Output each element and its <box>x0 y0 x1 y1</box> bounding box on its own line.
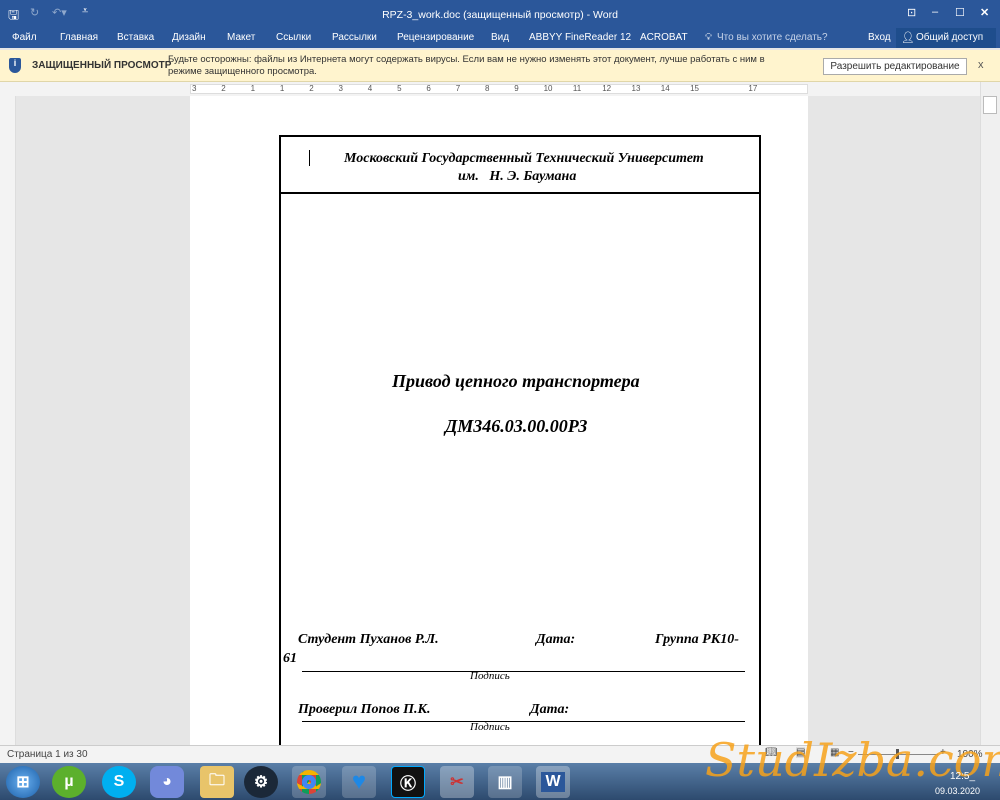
signature-line-2 <box>302 721 745 722</box>
lightbulb-icon: 💡︎ <box>705 32 712 43</box>
signature-label-2: Подпись <box>470 721 510 733</box>
document-code: ДМ346.03.00.00РЗ <box>445 416 588 436</box>
utorrent-icon[interactable]: µ <box>52 766 86 798</box>
ruler-tick: 5 <box>397 84 402 93</box>
discord-icon[interactable]: ◕ <box>150 766 184 798</box>
vertical-scrollbar[interactable] <box>980 82 1000 746</box>
title-bar: 🖫 ↻ ↶▾ ⩡ RPZ-3_work.doc (защищенный прос… <box>0 0 1000 28</box>
start-button[interactable]: ⊞ <box>6 766 40 798</box>
ruler-tick: 14 <box>660 84 670 93</box>
window-title: RPZ-3_work.doc (защищенный просмотр) - W… <box>382 9 618 21</box>
winrar-icon[interactable]: ▥ <box>488 766 522 798</box>
ruler-tick: 13 <box>631 84 641 93</box>
ruler-tick: 10 <box>543 84 553 93</box>
close-bar-button[interactable]: x <box>978 59 984 71</box>
snipping-tool-icon[interactable]: ✂ <box>440 766 474 798</box>
person-icon: 👤︎ <box>901 32 915 44</box>
group-label-2: 61 <box>283 651 297 666</box>
heart-app-icon[interactable]: ♥ <box>342 766 376 798</box>
vertical-ruler[interactable] <box>0 96 16 746</box>
tell-me-input[interactable]: Что вы хотите сделать? <box>717 32 828 43</box>
taskbar: ⊞ µ S ◕ 🗀 ⚙ ♥ Ⓚ ✂ ▥ W StudIzba.com 12:5_… <box>0 733 1000 800</box>
ribbon-tabs: Файл Главная Вставка Дизайн Макет Ссылки… <box>0 28 1000 48</box>
clock-time[interactable]: 12:5_ <box>950 771 975 782</box>
tab-references[interactable]: Ссылки <box>276 32 311 43</box>
ruler-tick: 6 <box>426 84 431 93</box>
ruler-tick: 1 <box>279 84 285 93</box>
ruler-tick: 3 <box>192 84 197 93</box>
tab-insert[interactable]: Вставка <box>117 32 154 43</box>
text-cursor <box>309 150 310 166</box>
tab-mailings[interactable]: Рассылки <box>332 32 377 43</box>
tab-layout[interactable]: Макет <box>227 32 255 43</box>
minimize-button[interactable]: – <box>932 6 938 18</box>
document-page[interactable]: Московский Государственный Технический У… <box>190 96 808 755</box>
tab-review[interactable]: Рецензирование <box>397 32 474 43</box>
close-button[interactable]: ✕ <box>980 6 989 19</box>
page-count[interactable]: Страница 1 из 30 <box>7 749 88 760</box>
horizontal-ruler[interactable]: 3 2 1 1 2 3 4 5 6 7 8 9 10 11 12 13 14 15 17 <box>0 82 980 96</box>
ruler-tick: 2 <box>309 84 314 93</box>
share-button[interactable]: 👤︎ Общий доступ <box>896 28 996 48</box>
file-explorer-icon[interactable]: 🗀 <box>200 766 234 798</box>
protected-view-label: ЗАЩИЩЕННЫЙ ПРОСМОТР <box>32 60 172 71</box>
steam-icon[interactable]: ⚙ <box>244 766 278 798</box>
shield-icon: i <box>9 58 21 73</box>
maximize-button[interactable]: ☐ <box>955 6 965 19</box>
tab-view[interactable]: Вид <box>491 32 509 43</box>
ruler-tick: 11 <box>572 84 582 93</box>
protected-view-message: Будьте осторожны: файлы из Интернета мог… <box>168 54 765 77</box>
ruler-tick: 2 <box>221 84 226 93</box>
ruler-tick: 1 <box>250 84 256 93</box>
signature-label-1: Подпись <box>470 670 510 682</box>
title-frame <box>279 135 761 755</box>
document-title: Привод цепного транспортера <box>392 371 640 391</box>
share-label: Общий доступ <box>916 32 984 43</box>
tab-home[interactable]: Главная <box>60 32 98 43</box>
ribbon-display-button[interactable]: ⊡ <box>907 6 916 19</box>
ruler-tick: 17 <box>748 84 758 93</box>
ruler-tick: 3 <box>338 84 343 93</box>
checked-by-label: Проверил Попов П.К. <box>298 702 431 717</box>
ruler-tick: 9 <box>514 84 519 93</box>
enable-editing-button[interactable]: Разрешить редактирование <box>823 58 967 75</box>
ruler-tick: 15 <box>690 84 699 93</box>
date-label-1: Дата: <box>536 632 576 647</box>
skype-icon[interactable]: S <box>102 766 136 798</box>
ruler-tick: 8 <box>485 84 490 93</box>
frame-divider <box>279 192 761 194</box>
ruler-tick: 12 <box>602 84 612 93</box>
student-label: Студент Пуханов Р.Л. <box>298 632 439 647</box>
chrome-icon[interactable] <box>292 766 326 798</box>
ruler-tick: 4 <box>367 84 373 93</box>
k-app-icon[interactable]: Ⓚ <box>391 766 425 798</box>
clock-date[interactable]: 09.03.2020 <box>935 786 980 796</box>
tab-abbyy[interactable]: ABBYY FineReader 12 <box>529 32 631 43</box>
signature-line-1 <box>302 671 745 672</box>
tab-file[interactable]: Файл <box>12 32 37 43</box>
date-label-2: Дата: <box>530 702 570 717</box>
word-icon[interactable]: W <box>536 766 570 798</box>
protected-view-bar: i ЗАЩИЩЕННЫЙ ПРОСМОТР Будьте осторожны: … <box>0 50 1000 82</box>
ruler-tick: 7 <box>455 84 461 93</box>
scroll-thumb[interactable] <box>983 96 997 114</box>
university-name-2: им. Н. Э. Баумана <box>458 169 577 184</box>
tab-design[interactable]: Дизайн <box>172 32 206 43</box>
sign-in-link[interactable]: Вход <box>868 32 891 43</box>
tab-acrobat[interactable]: ACROBAT <box>640 32 688 43</box>
group-label: Группа РК10- <box>655 632 739 647</box>
university-name: Московский Государственный Технический У… <box>344 151 704 166</box>
